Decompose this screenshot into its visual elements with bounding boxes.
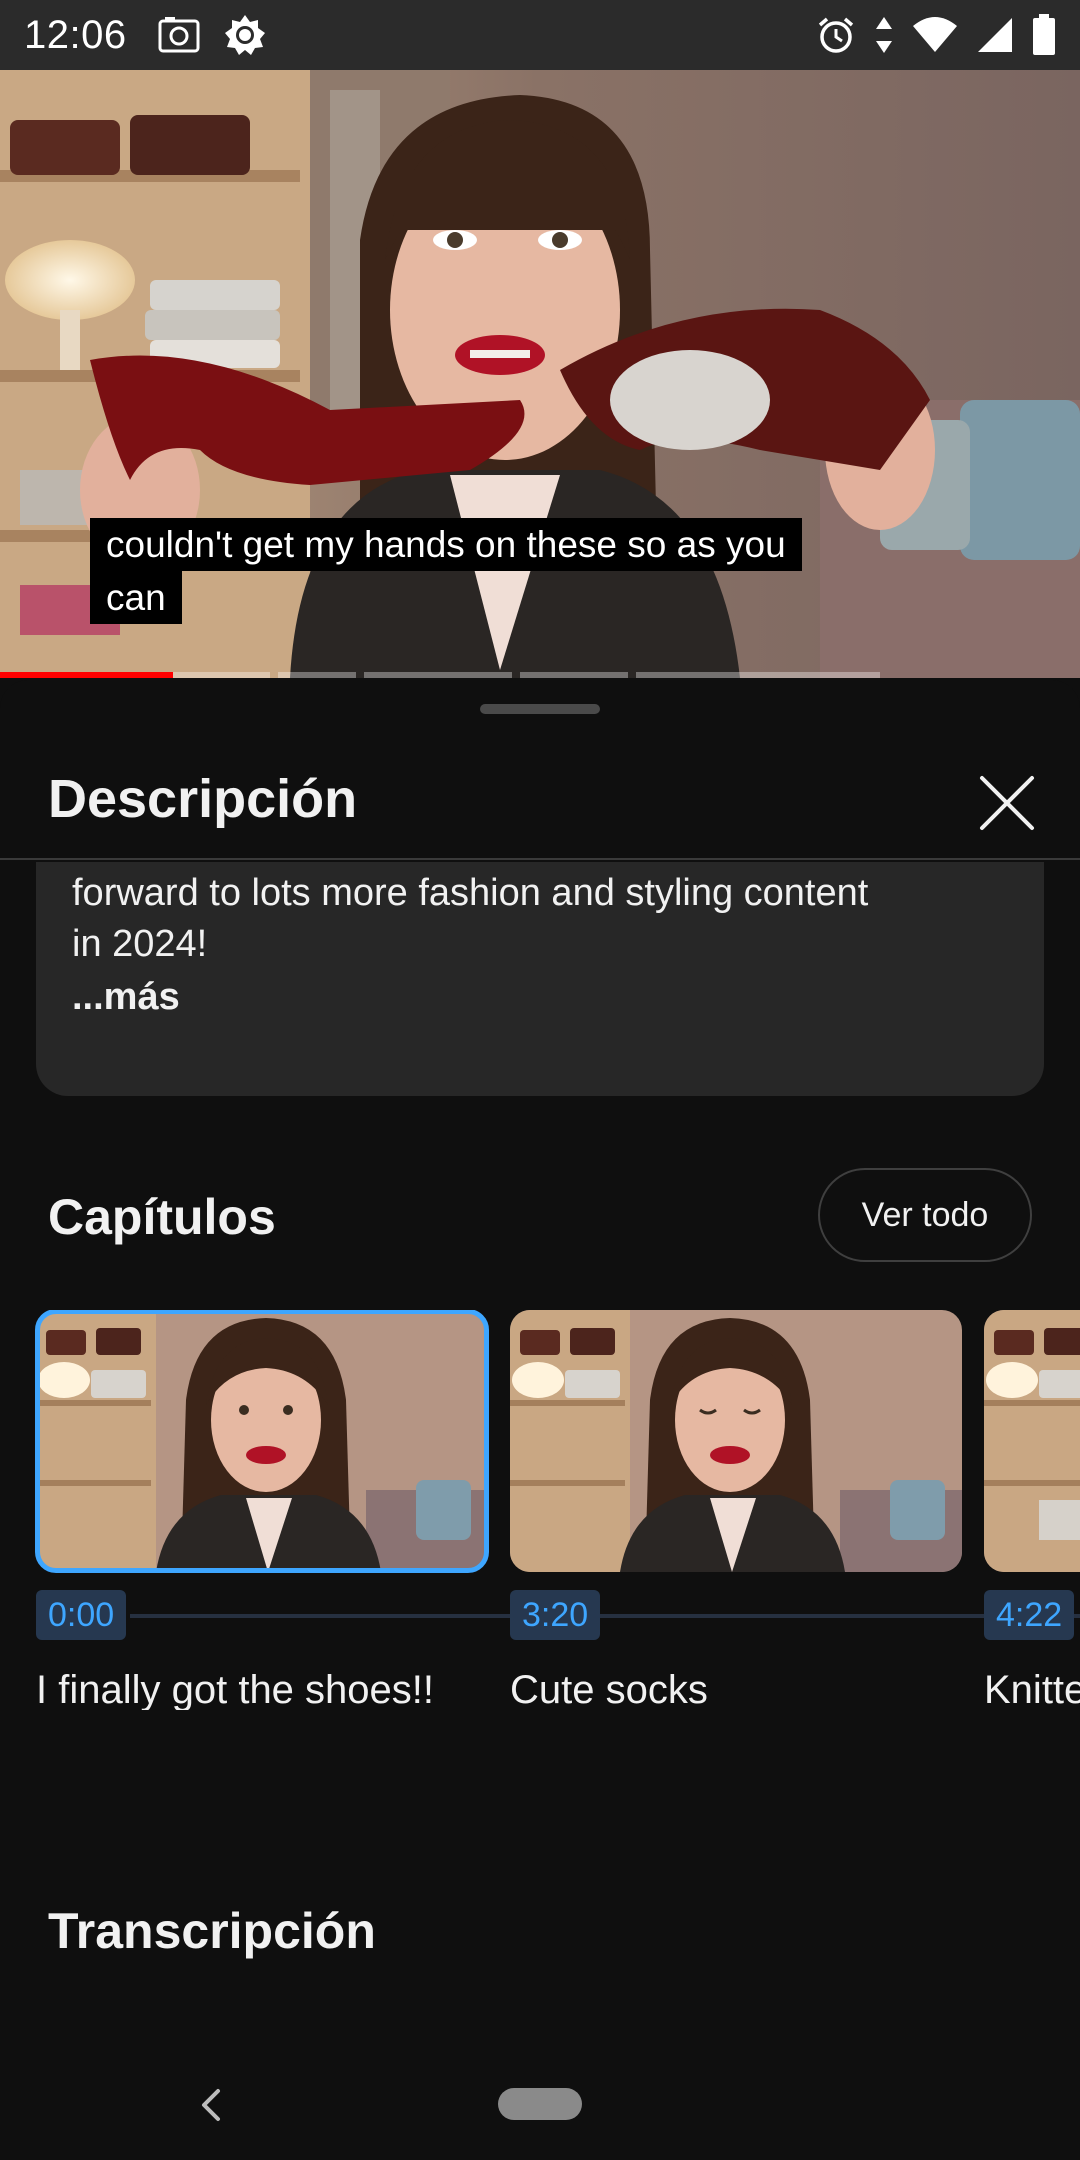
screenshot-icon [157,15,201,55]
chapter-thumbnail [510,1310,962,1572]
chapter-timestamp: 4:22 [984,1590,1075,1640]
sheet-drag-handle[interactable] [480,704,600,714]
video-progress-played [0,672,173,678]
chapter-segment [636,672,880,678]
battery-icon [1032,14,1056,56]
video-player[interactable]: couldn't get my hands on these so as you… [0,70,1080,678]
caption-line-2: can [90,571,182,624]
close-button[interactable] [970,766,1044,840]
wifi-icon [912,16,958,54]
chapters-title: Capítulos [48,1189,276,1245]
caption-line-1: couldn't get my hands on these so as you [90,518,802,571]
chapter-title: Cute socks [510,1668,708,1710]
back-chevron-icon [202,2089,220,2121]
status-right-icons [816,14,1056,56]
transcript-title: Transcripción [48,1903,376,1959]
description-sheet: Descripción forward to lots more fashion… [0,680,1080,2050]
close-icon [980,776,1034,830]
description-text: forward to lots more fashion and styling… [72,868,1012,970]
ver-todo-button[interactable]: Ver todo [818,1168,1032,1262]
brightness-icon [223,13,267,57]
description-line-1: forward to lots more fashion and styling… [72,872,869,914]
sheet-header: Descripción [0,732,1080,860]
chapter-title: Knitte [984,1668,1080,1710]
cell-signal-icon [976,16,1014,54]
sheet-title: Descripción [48,769,358,829]
chapter-title: I finally got the shoes!! [36,1668,435,1710]
status-bar: 12:06 [0,0,1080,70]
video-progress-bar[interactable] [0,672,1080,678]
nav-home-pill[interactable] [498,2088,582,2120]
caption-box: couldn't get my hands on these so as you… [90,518,834,624]
more-link[interactable]: ...más [72,972,180,1023]
chapter-segment [364,672,512,678]
data-arrows-icon [874,15,894,55]
chapter-thumbnail [984,1310,1080,1572]
status-left-icons [157,13,267,57]
nav-back-button[interactable] [186,2080,236,2130]
system-nav-bar [0,2050,1080,2160]
chapter-timestamp: 3:20 [510,1590,601,1640]
status-time: 12:06 [24,12,127,57]
chapters-carousel[interactable]: 0:00 I finally got the shoes!! 3:20 Cute… [0,1310,1080,1710]
description-card[interactable]: forward to lots more fashion and styling… [36,862,1044,1096]
chapter-segment [520,672,628,678]
chapter-segment [278,672,356,678]
chapter-timestamp: 0:00 [36,1590,127,1640]
description-line-2: in 2024! [72,923,208,965]
alarm-icon [816,15,856,55]
chapter-thumbnail [35,1310,489,1573]
